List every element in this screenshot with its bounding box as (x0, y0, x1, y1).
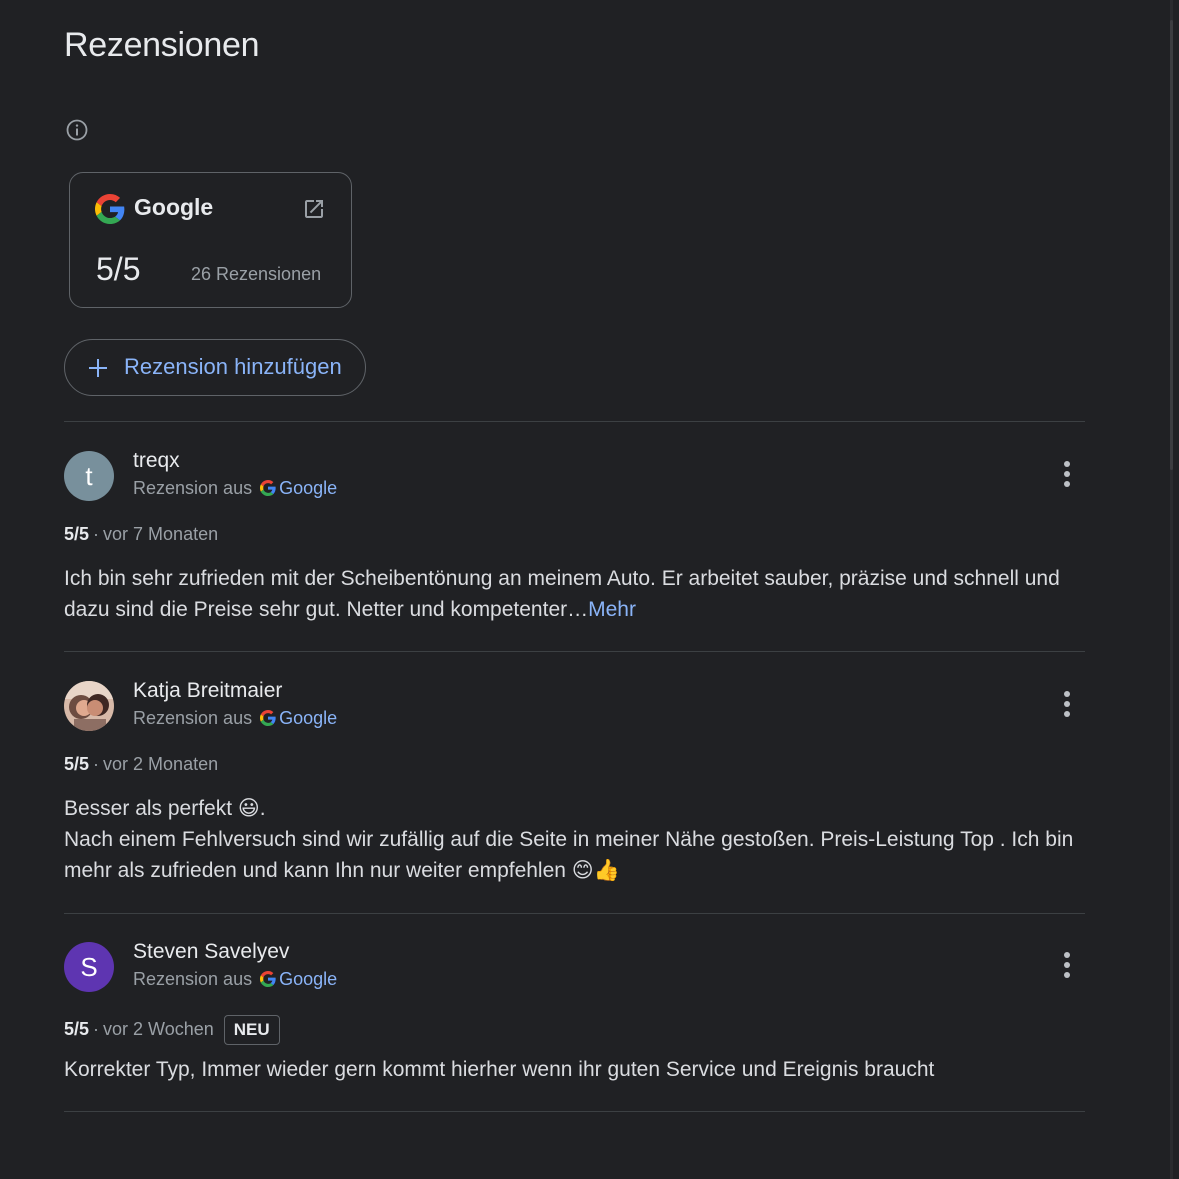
review-meta: 5/5 · vor 2 Wochen NEU (64, 1015, 280, 1045)
divider (64, 1111, 1085, 1112)
page-title: Rezensionen (64, 26, 260, 64)
review-source: Rezension aus Google (133, 708, 337, 729)
review-time: vor 7 Monaten (103, 524, 219, 544)
open-in-new-icon[interactable] (302, 197, 326, 221)
more-vert-icon[interactable] (1057, 950, 1077, 980)
avatar[interactable]: t (64, 451, 114, 501)
review-text-line: Ich bin sehr zufrieden mit der Scheibent… (64, 567, 1060, 621)
source-prefix: Rezension aus (133, 708, 253, 728)
google-g-icon (260, 710, 276, 726)
more-link[interactable]: Mehr (588, 598, 636, 621)
review-author[interactable]: Steven Savelyev (133, 940, 289, 964)
source-prefix: Rezension aus (133, 478, 253, 498)
review-text-line: Nach einem Fehlversuch sind wir zufällig… (64, 828, 1074, 882)
google-g-icon (260, 480, 276, 496)
review-meta: 5/5 · vor 7 Monaten (64, 524, 219, 544)
review-item: Katja Breitmaier Rezension aus Google 5/5… (64, 679, 1094, 901)
review-text: Besser als perfekt 😃. Nach einem Fehlver… (64, 793, 1089, 886)
source-link[interactable]: Google (279, 708, 337, 728)
google-g-icon (95, 194, 125, 224)
google-source-card[interactable]: Google 5/5 26 Rezensionen (69, 172, 352, 308)
google-g-icon (260, 971, 276, 987)
review-count: 26 Rezensionen (191, 264, 322, 284)
divider (64, 651, 1085, 652)
avatar-photo (64, 681, 114, 731)
scrollbar-thumb[interactable] (1170, 20, 1173, 470)
review-text-line: Korrekter Typ, Immer wieder gern kommt h… (64, 1058, 935, 1081)
divider (64, 913, 1085, 914)
add-review-label: Rezension hinzufügen (124, 354, 342, 379)
avatar[interactable] (64, 681, 114, 731)
review-text: Korrekter Typ, Immer wieder gern kommt h… (64, 1054, 1089, 1085)
add-review-button[interactable]: Rezension hinzufügen (64, 339, 366, 396)
review-time: vor 2 Monaten (103, 754, 219, 774)
review-meta: 5/5 · vor 2 Monaten (64, 754, 219, 774)
overall-rating: 5/5 (96, 251, 141, 287)
info-icon[interactable] (65, 118, 89, 142)
review-item: t treqx Rezension aus Google 5/5 · vor 7 Mo… (64, 449, 1094, 641)
review-time: vor 2 Wochen (103, 1019, 214, 1039)
review-author[interactable]: Katja Breitmaier (133, 679, 282, 703)
review-score: 5/5 (64, 754, 90, 774)
review-text-line: Besser als perfekt 😃. (64, 797, 266, 820)
more-vert-icon[interactable] (1057, 459, 1077, 489)
review-item: S Steven Savelyev Rezension aus Google 5/… (64, 940, 1094, 1102)
review-score: 5/5 (64, 524, 90, 544)
review-score: 5/5 (64, 1019, 90, 1039)
review-author[interactable]: treqx (133, 449, 180, 473)
source-link[interactable]: Google (279, 969, 337, 989)
reviews-page: Rezensionen Google 5/5 26 Rezensionen Re… (0, 0, 1179, 1179)
avatar[interactable]: S (64, 942, 114, 992)
scrollbar[interactable] (1170, 0, 1173, 1179)
review-source: Rezension aus Google (133, 969, 337, 990)
source-prefix: Rezension aus (133, 969, 253, 989)
more-vert-icon[interactable] (1057, 689, 1077, 719)
source-link[interactable]: Google (279, 478, 337, 498)
divider (64, 421, 1085, 422)
source-name: Google (134, 194, 214, 220)
review-text: Ich bin sehr zufrieden mit der Scheibent… (64, 563, 1089, 625)
review-source: Rezension aus Google (133, 478, 337, 499)
plus-icon (89, 359, 107, 377)
new-badge: NEU (223, 1015, 280, 1045)
